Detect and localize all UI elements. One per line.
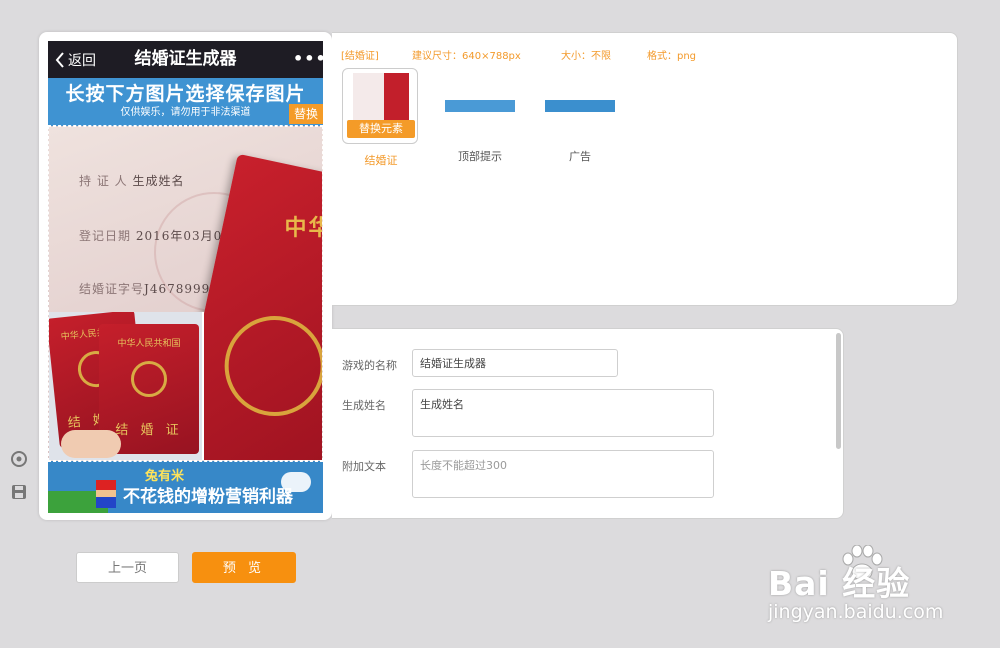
game-name-label: 游戏的名称 bbox=[342, 359, 397, 372]
suggested-size: 建议尺寸：640×788px bbox=[412, 51, 521, 62]
phone-preview: 返回 结婚证生成器 ••• 长按下方图片选择保存图片 仅供娱乐，请勿用于非法渠道… bbox=[39, 32, 332, 520]
format-info: 格式：png bbox=[647, 51, 697, 62]
assets-panel: [结婚证] 建议尺寸：640×788px 大小：不限 格式：png 替换元素 结… bbox=[332, 32, 958, 306]
save-icon[interactable] bbox=[10, 483, 28, 501]
replace-element-button[interactable]: 替换元素 bbox=[347, 120, 415, 138]
back-button[interactable]: 返回 bbox=[54, 41, 96, 78]
asset-certificate-label: 结婚证 bbox=[364, 154, 398, 167]
top-tip-line2: 仅供娱乐，请勿用于非法渠道 bbox=[120, 107, 251, 118]
back-label: 返回 bbox=[68, 52, 96, 69]
date-label: 登记日期 bbox=[79, 229, 132, 243]
mario-icon bbox=[96, 480, 116, 508]
number-line: 结婚证字号J4678999-1 bbox=[79, 280, 224, 297]
phone-screen: 返回 结婚证生成器 ••• 长按下方图片选择保存图片 仅供娱乐，请勿用于非法渠道… bbox=[48, 41, 323, 513]
certificate-image[interactable]: 持 证 人 生成姓名 登记日期 2016年03月07日 结婚证字号J467899… bbox=[48, 126, 323, 461]
settings-form: 游戏的名称 生成姓名 生成姓名 附加文本 bbox=[332, 328, 844, 519]
asset-certificate-thumb[interactable]: 替换元素 bbox=[342, 68, 418, 144]
asset-top-tip[interactable]: 顶部提示 bbox=[442, 68, 518, 164]
asset-top-tip-label: 顶部提示 bbox=[458, 150, 502, 163]
more-icon[interactable]: ••• bbox=[293, 50, 323, 68]
phone-nav-bar: 返回 结婚证生成器 ••• bbox=[48, 41, 323, 78]
replace-tag-button[interactable]: 替换 bbox=[289, 104, 323, 124]
baidu-jingyan-watermark: Bai 经验 jingyan.baidu.com bbox=[768, 545, 968, 630]
cloud-icon bbox=[281, 472, 311, 492]
asset-category: [结婚证] bbox=[341, 51, 379, 62]
emblem-icon bbox=[215, 306, 322, 426]
asset-ad-label: 广告 bbox=[569, 150, 591, 163]
prev-page-button[interactable]: 上一页 bbox=[76, 552, 179, 583]
red-book-large-text: 中华 bbox=[284, 214, 323, 241]
number-label: 结婚证字号 bbox=[79, 282, 145, 296]
game-name-input[interactable] bbox=[412, 349, 618, 377]
watermark-brand: Bai 经验 bbox=[768, 564, 911, 603]
top-tip-line1: 长按下方图片选择保存图片 bbox=[65, 83, 306, 105]
form-scrollbar[interactable] bbox=[836, 333, 841, 449]
preview-button[interactable]: 预 览 bbox=[192, 552, 296, 583]
hand-image bbox=[61, 430, 121, 458]
asset-ad[interactable]: 广告 bbox=[542, 68, 618, 164]
eye-icon[interactable] bbox=[10, 450, 28, 468]
gen-name-label: 生成姓名 bbox=[342, 399, 386, 412]
bottom-ad-banner[interactable]: 兔有米 不花钱的增粉营销利器 bbox=[48, 461, 323, 513]
asset-top-tip-thumb[interactable] bbox=[445, 100, 515, 112]
extra-text-textarea[interactable] bbox=[412, 450, 714, 498]
top-tip-banner[interactable]: 长按下方图片选择保存图片 仅供娱乐，请勿用于非法渠道 bbox=[48, 78, 323, 126]
asset-certificate-preview bbox=[353, 73, 409, 123]
red-book-front-title: 中华人民共和国 bbox=[117, 339, 181, 349]
red-books-photo: 中华人民共和国 结 婚 证 中华人民共和国 结 婚 证 bbox=[49, 312, 204, 460]
holder-label: 持 证 人 bbox=[79, 174, 128, 188]
holder-value: 生成姓名 bbox=[132, 174, 185, 188]
asset-ad-thumb[interactable] bbox=[545, 100, 615, 112]
size-limit: 大小：不限 bbox=[561, 51, 611, 62]
chevron-left-icon bbox=[55, 51, 64, 68]
ad-slogan: 不花钱的增粉营销利器 bbox=[123, 487, 293, 507]
emblem-icon bbox=[131, 361, 167, 397]
asset-certificate[interactable]: 替换元素 结婚证 bbox=[342, 68, 420, 168]
gen-name-textarea[interactable]: 生成姓名 bbox=[412, 389, 714, 437]
holder-line: 持 证 人 生成姓名 bbox=[79, 172, 184, 189]
extra-text-label: 附加文本 bbox=[342, 460, 386, 473]
watermark-site: jingyan.baidu.com bbox=[768, 601, 944, 623]
